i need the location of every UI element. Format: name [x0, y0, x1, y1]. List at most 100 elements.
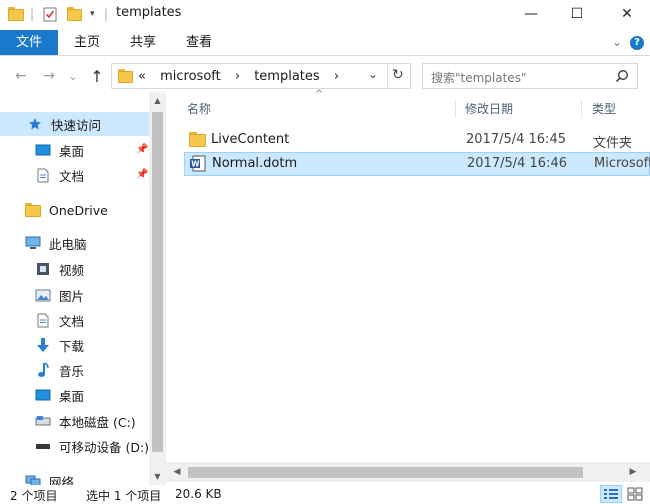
- sidebar-item-removable-d[interactable]: 可移动设备 (D:): [34, 434, 149, 458]
- address-bar[interactable]: « microsoft › templates › ⌄ ↻: [111, 63, 411, 89]
- sidebar-item-label: 文档: [59, 168, 85, 184]
- sidebar-item-desktop[interactable]: 桌面: [34, 383, 84, 407]
- sort-indicator-icon: ^: [315, 89, 324, 100]
- sidebar-item-label: 此电脑: [49, 236, 87, 252]
- search-box[interactable]: 搜索"templates": [422, 63, 638, 89]
- sidebar-item-label: 音乐: [59, 363, 85, 379]
- column-divider[interactable]: [455, 100, 456, 118]
- window-folder-icon: [8, 4, 24, 24]
- sidebar-item-label: 文档: [59, 313, 85, 329]
- new-folder-icon[interactable]: [67, 4, 82, 24]
- sidebar-item-label: 图片: [59, 288, 85, 304]
- divider: |: [30, 7, 35, 21]
- sidebar-item-documents[interactable]: 文档: [34, 308, 84, 332]
- breadcrumb-microsoft[interactable]: microsoft: [160, 69, 221, 84]
- tab-home[interactable]: 主页: [62, 30, 112, 55]
- pin-icon[interactable]: 📌: [136, 169, 148, 180]
- minimize-button[interactable]: —: [508, 0, 554, 28]
- scroll-up-button[interactable]: ▲: [149, 92, 166, 109]
- file-list: ^ 名称 修改日期 类型 LiveContent 2017/5/4 16:45 …: [176, 89, 650, 462]
- column-header-modified[interactable]: 修改日期: [465, 100, 513, 117]
- sidebar-item-onedrive[interactable]: OneDrive: [24, 198, 108, 222]
- navigation-pane: 快速访问 桌面 📌 文档 📌 OneDrive 此电脑 视频 图片 文档 下载 …: [0, 92, 166, 485]
- sidebar-item-videos[interactable]: 视频: [34, 257, 84, 281]
- sidebar-item-music[interactable]: 音乐: [34, 358, 84, 382]
- desktop-icon: [34, 387, 52, 403]
- usb-drive-icon: [34, 438, 52, 454]
- close-button[interactable]: ✕: [604, 0, 650, 28]
- star-icon: [26, 116, 44, 132]
- sidebar-item-network[interactable]: 网络: [24, 469, 74, 485]
- divider: [387, 64, 388, 88]
- back-button[interactable]: ←: [10, 66, 32, 86]
- navigation-bar: ← → ⌄ ↑ « microsoft › templates › ⌄ ↻ 搜索…: [0, 60, 650, 92]
- title-bar: | ▾ | templates — ☐ ✕: [0, 0, 650, 28]
- video-icon: [34, 261, 52, 277]
- sidebar-item-label: 可移动设备 (D:): [59, 439, 150, 455]
- sidebar-item-label: 桌面: [59, 388, 85, 404]
- scroll-down-button[interactable]: ▼: [149, 468, 166, 485]
- window-title: templates: [116, 5, 182, 20]
- file-row-normal-dotm[interactable]: W Normal.dotm 2017/5/4 16:46 Microsoft: [184, 152, 650, 176]
- computer-icon: [24, 235, 42, 251]
- scrollbar-thumb[interactable]: [188, 467, 583, 478]
- sidebar-item-label: 下载: [59, 338, 85, 354]
- svg-text:W: W: [191, 160, 200, 169]
- large-icons-view-icon: [627, 487, 643, 501]
- pin-icon[interactable]: 📌: [136, 144, 148, 155]
- search-input[interactable]: 搜索"templates": [431, 69, 526, 86]
- up-button[interactable]: ↑: [86, 66, 108, 86]
- scrollbar-thumb[interactable]: [152, 112, 163, 452]
- breadcrumb-prefix[interactable]: «: [138, 69, 146, 84]
- document-icon: [34, 312, 52, 328]
- tab-file[interactable]: 文件: [0, 30, 58, 55]
- divider: |: [104, 7, 109, 21]
- file-name: LiveContent: [211, 132, 290, 147]
- status-selected-size: 20.6 KB: [175, 487, 222, 501]
- sidebar-item-label: OneDrive: [49, 202, 108, 218]
- file-modified: 2017/5/4 16:46: [467, 156, 567, 171]
- document-icon: [34, 167, 52, 183]
- sidebar-item-quick-access[interactable]: 快速访问: [0, 112, 149, 136]
- breadcrumb-separator[interactable]: ›: [334, 69, 339, 84]
- music-icon: [34, 362, 52, 378]
- large-icons-view-button[interactable]: [624, 485, 646, 503]
- search-icon[interactable]: [615, 69, 629, 83]
- file-name: Normal.dotm: [212, 156, 298, 171]
- file-row-livecontent[interactable]: LiveContent 2017/5/4 16:45 文件夹: [184, 129, 650, 153]
- word-template-icon: W: [189, 155, 206, 172]
- expand-ribbon-icon[interactable]: ⌄: [608, 30, 626, 55]
- sidebar-item-downloads[interactable]: 下载: [34, 333, 84, 357]
- properties-icon[interactable]: [42, 4, 58, 24]
- scroll-right-button[interactable]: ▶: [624, 463, 642, 481]
- sidebar-item-local-disk-c[interactable]: 本地磁盘 (C:): [34, 409, 136, 433]
- sidebar-item-desktop-pinned[interactable]: 桌面: [34, 138, 84, 162]
- maximize-button[interactable]: ☐: [554, 0, 600, 28]
- recent-locations-button[interactable]: ⌄: [62, 66, 84, 86]
- sidebar-item-this-pc[interactable]: 此电脑: [24, 231, 87, 255]
- file-type: 文件夹: [593, 136, 633, 151]
- refresh-button[interactable]: ↻: [392, 67, 404, 83]
- column-divider[interactable]: [581, 100, 582, 118]
- tab-view[interactable]: 查看: [174, 30, 224, 55]
- column-header-name[interactable]: 名称: [187, 100, 211, 117]
- navigation-pane-scrollbar[interactable]: ▲ ▼: [149, 92, 166, 485]
- scroll-left-button[interactable]: ◀: [168, 463, 186, 481]
- help-icon[interactable]: ?: [630, 36, 644, 50]
- forward-button[interactable]: →: [38, 66, 60, 86]
- address-dropdown-button[interactable]: ⌄: [368, 67, 378, 81]
- sidebar-item-label: 网络: [49, 474, 75, 486]
- sidebar-item-label: 桌面: [59, 143, 85, 159]
- file-list-horizontal-scrollbar[interactable]: ◀ ▶: [166, 462, 650, 482]
- column-header-type[interactable]: 类型: [592, 100, 616, 117]
- drive-icon: [34, 413, 52, 429]
- breadcrumb-templates[interactable]: templates: [254, 69, 319, 84]
- file-type: Microsoft: [594, 156, 650, 171]
- sidebar-item-pictures[interactable]: 图片: [34, 283, 84, 307]
- customize-toolbar-icon[interactable]: ▾: [90, 4, 95, 24]
- breadcrumb-separator[interactable]: ›: [235, 69, 240, 84]
- tab-share[interactable]: 共享: [118, 30, 168, 55]
- folder-icon: [189, 132, 206, 148]
- details-view-button[interactable]: [600, 485, 622, 503]
- sidebar-item-documents-pinned[interactable]: 文档: [34, 163, 84, 187]
